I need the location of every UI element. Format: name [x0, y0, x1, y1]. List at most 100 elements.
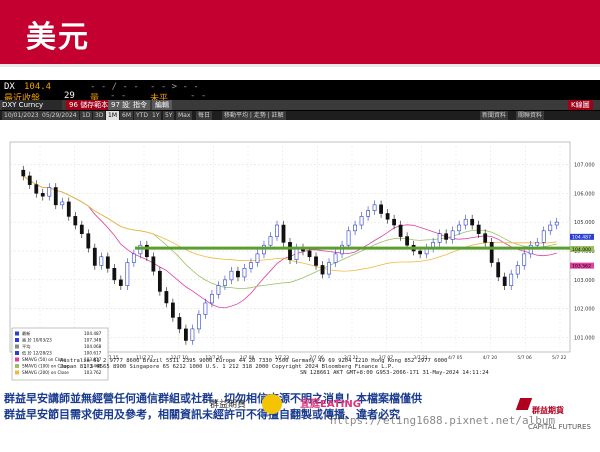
candle-body	[190, 328, 195, 341]
y-tick-label: 106.000	[574, 191, 595, 197]
candle-body	[483, 233, 488, 243]
candle-body	[385, 213, 390, 220]
candle-body	[86, 233, 91, 249]
candle-chart-button[interactable]: K線圖	[568, 100, 593, 110]
candle-body	[515, 265, 520, 275]
candle-body	[509, 273, 514, 286]
candle-body	[398, 224, 403, 237]
commands-button[interactable]: 指令	[130, 100, 150, 110]
candle-body	[489, 242, 494, 263]
brand-name: 群益期貨	[532, 406, 564, 415]
candle-body	[366, 210, 370, 217]
y-tick-label: 103.000	[574, 278, 595, 284]
legend-value: 104.068	[84, 344, 102, 349]
date-to-input[interactable]: 05/29/2024	[40, 111, 79, 120]
candle-body	[53, 187, 58, 206]
candle-body	[255, 253, 260, 263]
candle-body	[73, 216, 78, 226]
candle-body	[249, 262, 253, 269]
legend-value: 103.762	[84, 370, 102, 375]
candle-body	[314, 256, 318, 266]
candle-body	[197, 314, 201, 330]
ma-label: 104.000	[572, 247, 591, 253]
legend-swatch	[15, 364, 19, 368]
watermark-url: https://eting1688.pixnet.net/album	[330, 414, 556, 427]
candle-body	[99, 256, 104, 266]
command-toolbar: DXY Curncy 96 儲存範本 97 設定 指令 編輯 K線圖	[0, 100, 600, 110]
candle-body	[60, 201, 65, 206]
period-6m[interactable]: 6M	[120, 111, 133, 120]
candle-body	[151, 256, 156, 272]
candle-body	[476, 224, 481, 234]
candle-body	[353, 224, 357, 232]
candle-body	[463, 218, 468, 226]
legend-swatch	[15, 370, 19, 375]
candle-body	[496, 262, 501, 278]
chart-tools[interactable]: 移動平均 | 走勢 | 註解	[222, 111, 286, 120]
x-tick-label: 4/7 20	[483, 355, 498, 361]
period-3d[interactable]: 3D	[93, 111, 106, 120]
period-1y[interactable]: 1Y	[150, 111, 162, 120]
price-chart: 107.000 106.000 105.000 104.000 103.000 102.0…	[0, 120, 600, 382]
candle-body	[392, 218, 396, 226]
candle-body	[548, 224, 553, 232]
candle-body	[457, 224, 462, 232]
candle-body	[418, 250, 423, 255]
period-max[interactable]: Max	[176, 111, 193, 120]
candle-body	[535, 242, 540, 246]
candle-body	[40, 192, 45, 197]
candle-body	[541, 230, 546, 243]
brand-subtitle: CAPITAL FUTURES	[528, 423, 591, 431]
security-field[interactable]: DXY Curncy	[2, 100, 62, 110]
slide-title: 美元	[26, 20, 90, 55]
edit-button[interactable]: 編輯	[152, 100, 172, 110]
candle-body	[184, 328, 188, 341]
candle-body	[236, 270, 240, 278]
candle-body	[92, 247, 97, 266]
news-button[interactable]: 新聞資料	[480, 111, 509, 120]
candle-body	[405, 236, 410, 246]
candle-body	[125, 262, 130, 286]
candle-body	[372, 204, 377, 211]
candle-body	[379, 204, 383, 214]
x-tick-label: 5/7 22	[552, 355, 567, 361]
candle-body	[223, 279, 227, 286]
legend-swatch	[15, 338, 19, 342]
legend-label: 平均	[22, 343, 30, 350]
candle-body	[242, 268, 247, 278]
legend-swatch	[15, 344, 19, 349]
candle-body	[177, 317, 182, 330]
candle-body	[470, 218, 475, 226]
candle-body	[346, 230, 351, 246]
period-5y[interactable]: 5Y	[163, 111, 175, 120]
candle-body	[320, 265, 325, 275]
candle-body	[66, 201, 71, 217]
candle-body	[275, 224, 279, 237]
slide-title-bar: 美元	[0, 0, 600, 64]
frequency-select[interactable]: 每日	[196, 111, 213, 120]
candle-body	[79, 224, 84, 234]
logo-eating: 宜庭EATING	[300, 399, 361, 410]
period-ytd[interactable]: YTD	[134, 111, 150, 120]
legend-value: 107.348	[84, 338, 102, 343]
candle-body	[105, 256, 110, 269]
candle-body	[21, 169, 26, 177]
logo-text: 群益期貨	[210, 400, 247, 410]
period-1m[interactable]: 1M	[106, 111, 119, 120]
legend-label: 最新	[22, 330, 30, 337]
candle-body	[170, 302, 175, 318]
candle-body	[34, 184, 39, 194]
period-1d[interactable]: 1D	[80, 111, 93, 120]
legend-swatch	[15, 351, 19, 355]
candle-body	[164, 291, 169, 304]
save-template-button[interactable]: 96 儲存範本	[66, 100, 112, 110]
y-tick-label: 107.000	[574, 162, 595, 168]
candle-body	[112, 268, 117, 281]
legend-swatch	[15, 331, 19, 336]
candle-body	[157, 270, 162, 292]
related-button[interactable]: 關聯資料	[516, 111, 545, 120]
date-from-input[interactable]: 10/01/2023	[2, 111, 41, 120]
x-tick-label: 4/7 05	[448, 355, 463, 361]
candle-body	[327, 262, 331, 275]
candle-body	[203, 302, 208, 315]
